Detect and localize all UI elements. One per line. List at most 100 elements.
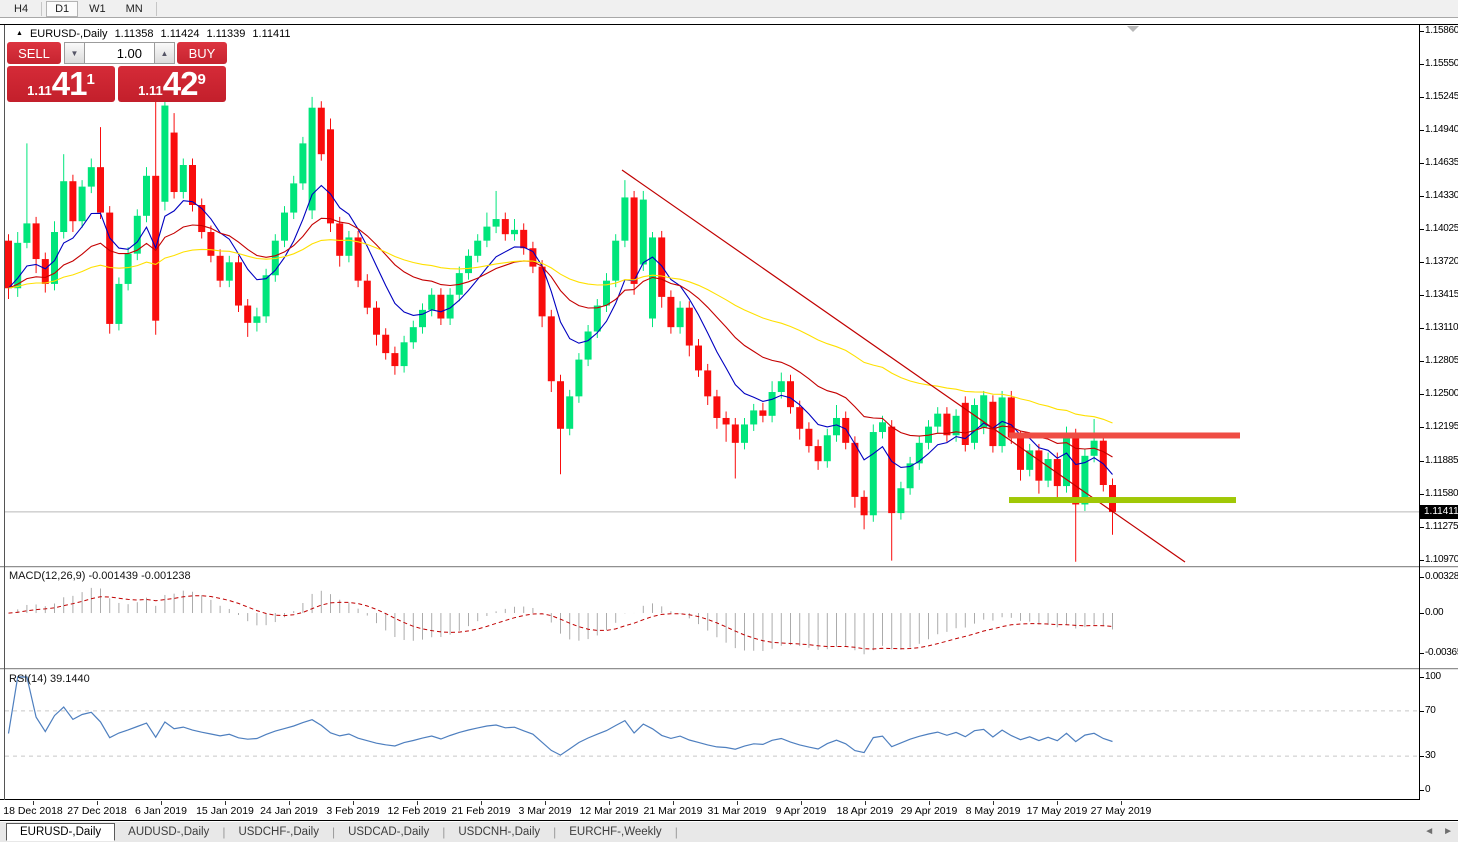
tab-usdcnh-daily[interactable]: USDCNH-,Daily (445, 824, 553, 840)
tab-separator: | (675, 825, 678, 839)
tab-bar-border (0, 820, 1458, 821)
candle (1045, 459, 1052, 481)
price-axis-tick (1420, 494, 1424, 495)
candle (382, 335, 389, 353)
price-axis-label: 1.11580 (1425, 488, 1458, 499)
chart-title: ▲ EURUSD-,Daily 1.113581.114241.113391.1… (16, 27, 291, 41)
date-axis[interactable]: 18 Dec 201827 Dec 20186 Jan 201915 Jan 2… (0, 801, 1419, 819)
price-axis-tick (1420, 361, 1424, 362)
candle (281, 213, 288, 241)
buy-button[interactable]: BUY (177, 42, 227, 64)
candle (161, 106, 168, 202)
price-axis-tick (1420, 560, 1424, 561)
chart-shift-marker-icon[interactable] (1127, 26, 1139, 32)
timeframe-button-mn[interactable]: MN (117, 1, 152, 17)
volume-decrease-button[interactable]: ▼ (64, 42, 85, 64)
price-axis-tick (1420, 130, 1424, 131)
candle (244, 306, 251, 323)
buy-price-sup: 9 (197, 71, 205, 88)
price-axis-label: 1.12805 (1425, 355, 1458, 366)
candle (943, 414, 950, 436)
candle (658, 237, 665, 296)
price-axis-tick (1420, 229, 1424, 230)
price-axis-tick (1420, 461, 1424, 462)
candle (263, 275, 270, 316)
symbol-arrow-icon: ▲ (16, 30, 23, 37)
candle (861, 497, 868, 515)
candle (511, 230, 518, 234)
macd-axis[interactable]: 0.003280.00-0.00365 (1420, 568, 1458, 668)
price-axis[interactable]: 1.158601.155501.152451.149401.146351.143… (1420, 25, 1458, 565)
candle (465, 256, 472, 273)
candle (686, 308, 693, 346)
candle (42, 259, 49, 284)
candle (612, 241, 619, 281)
price-axis-label: 1.11275 (1425, 521, 1458, 532)
chart-symbol-label: EURUSD-,Daily (30, 28, 108, 40)
candle (548, 316, 555, 381)
candle (520, 230, 527, 248)
tab-eurusd-daily[interactable]: EURUSD-,Daily (6, 823, 115, 841)
sell-price-tile[interactable]: 1.11 41 1 (7, 66, 115, 102)
support-line-object[interactable] (1009, 497, 1236, 503)
price-axis-tick (1420, 196, 1424, 197)
date-axis-label: 29 Apr 2019 (901, 805, 958, 817)
tab-audusd-daily[interactable]: AUDUSD-,Daily (115, 824, 222, 840)
price-axis-tick (1420, 328, 1424, 329)
macd-indicator-canvas[interactable] (5, 568, 1419, 668)
buy-price-tile[interactable]: 1.11 42 9 (118, 66, 226, 102)
candle (51, 232, 58, 284)
candle (143, 176, 150, 216)
price-axis-tick (1420, 295, 1424, 296)
candle (69, 181, 76, 221)
tab-scroll-left-icon[interactable]: ◄ (1424, 826, 1434, 837)
tab-scroll-arrows: ◄ ► (1424, 826, 1453, 837)
rsi-indicator-canvas[interactable] (5, 671, 1419, 799)
price-axis-label: 1.10970 (1425, 554, 1458, 565)
price-axis-label: 1.14025 (1425, 223, 1458, 234)
rsi-splitter-highlight (0, 669, 1458, 670)
sell-button[interactable]: SELL (7, 42, 61, 64)
date-axis-label: 21 Feb 2019 (452, 805, 511, 817)
candle (79, 187, 86, 222)
price-axis-label: 1.13110 (1425, 322, 1458, 333)
macd-axis-tick (1420, 577, 1424, 578)
candle (226, 262, 233, 280)
tab-usdcad-daily[interactable]: USDCAD-,Daily (335, 824, 442, 840)
price-axis-label: 1.12500 (1425, 388, 1458, 399)
rsi-axis[interactable]: 10070300 (1420, 671, 1458, 799)
candle (401, 342, 408, 366)
candle (391, 353, 398, 366)
tab-scroll-right-icon[interactable]: ► (1443, 826, 1453, 837)
candle (888, 427, 895, 513)
resistance-line-object[interactable] (1009, 432, 1240, 438)
sell-price-prefix: 1.11 (27, 83, 52, 98)
candle (180, 165, 187, 192)
volume-increase-button[interactable]: ▲ (154, 42, 175, 64)
current-price-label: 1.11411 (1420, 505, 1458, 519)
candle (916, 443, 923, 464)
macd-label: MACD(12,26,9) -0.001439 -0.001238 (9, 570, 191, 582)
candle (833, 418, 840, 435)
candle (631, 197, 638, 283)
candle (125, 254, 132, 284)
macd-axis-label: 0.00 (1425, 607, 1443, 618)
price-axis-tick (1420, 97, 1424, 98)
timeframe-button-h4[interactable]: H4 (5, 1, 37, 17)
candle (805, 429, 812, 446)
date-axis-label: 17 May 2019 (1027, 805, 1088, 817)
date-axis-label: 24 Jan 2019 (260, 805, 318, 817)
tab-eurchf-weekly[interactable]: EURCHF-,Weekly (556, 824, 674, 840)
candle (410, 327, 417, 342)
tab-usdchf-daily[interactable]: USDCHF-,Daily (225, 824, 332, 840)
price-chart-canvas[interactable] (5, 25, 1419, 565)
candle (171, 133, 178, 192)
candle (1017, 437, 1024, 469)
timeframe-button-w1[interactable]: W1 (80, 1, 115, 17)
candle (557, 381, 564, 429)
candle (778, 381, 785, 392)
timeframe-button-d1[interactable]: D1 (46, 1, 78, 17)
price-axis-tick (1420, 427, 1424, 428)
volume-input[interactable] (85, 42, 154, 64)
candle (189, 165, 196, 205)
